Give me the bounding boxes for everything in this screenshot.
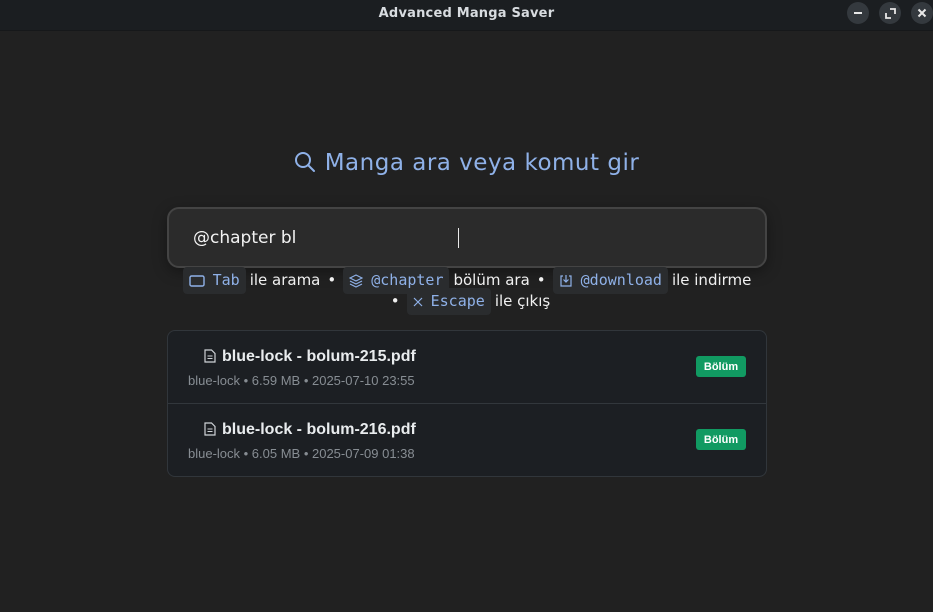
layers-icon	[349, 273, 364, 288]
escape-key-chip: Escape	[406, 288, 491, 315]
search-box[interactable]	[167, 207, 767, 268]
list-item[interactable]: blue-lock - bolum-215.pdf blue-lock • 6.…	[168, 331, 766, 404]
separator: •	[390, 292, 400, 310]
minimize-icon	[854, 12, 862, 14]
text-caret	[458, 228, 459, 248]
file-meta: blue-lock • 6.59 MB • 2025-07-10 23:55	[188, 373, 415, 388]
file-icon	[204, 422, 216, 441]
close-icon	[917, 8, 927, 18]
list-item[interactable]: blue-lock - bolum-216.pdf blue-lock • 6.…	[168, 404, 766, 476]
search-icon	[294, 151, 316, 173]
hint-line: • Escape ile çıkış	[167, 288, 767, 315]
results-list: blue-lock - bolum-215.pdf blue-lock • 6.…	[167, 330, 767, 477]
close-button[interactable]	[911, 2, 933, 24]
maximize-button[interactable]	[879, 2, 901, 24]
escape-hint-text: ile çıkış	[494, 292, 551, 310]
type-badge: Bölüm	[696, 356, 746, 377]
keyboard-key-icon	[188, 274, 205, 287]
download-icon	[559, 274, 573, 288]
file-icon	[204, 349, 216, 368]
search-input[interactable]	[193, 225, 733, 251]
title-bar: Advanced Manga Saver	[0, 0, 933, 31]
escape-key-label: Escape	[430, 292, 485, 310]
close-small-icon	[413, 297, 423, 307]
type-badge: Bölüm	[696, 429, 746, 450]
page-heading: Manga ara veya komut gir	[0, 146, 933, 180]
file-name: blue-lock - bolum-215.pdf	[222, 348, 416, 365]
file-meta: blue-lock • 6.05 MB • 2025-07-09 01:38	[188, 446, 415, 461]
heading-text: Manga ara veya komut gir	[324, 150, 640, 176]
window-title: Advanced Manga Saver	[378, 6, 555, 21]
file-name: blue-lock - bolum-216.pdf	[222, 421, 416, 438]
minimize-button[interactable]	[847, 2, 869, 24]
maximize-icon	[884, 7, 896, 19]
